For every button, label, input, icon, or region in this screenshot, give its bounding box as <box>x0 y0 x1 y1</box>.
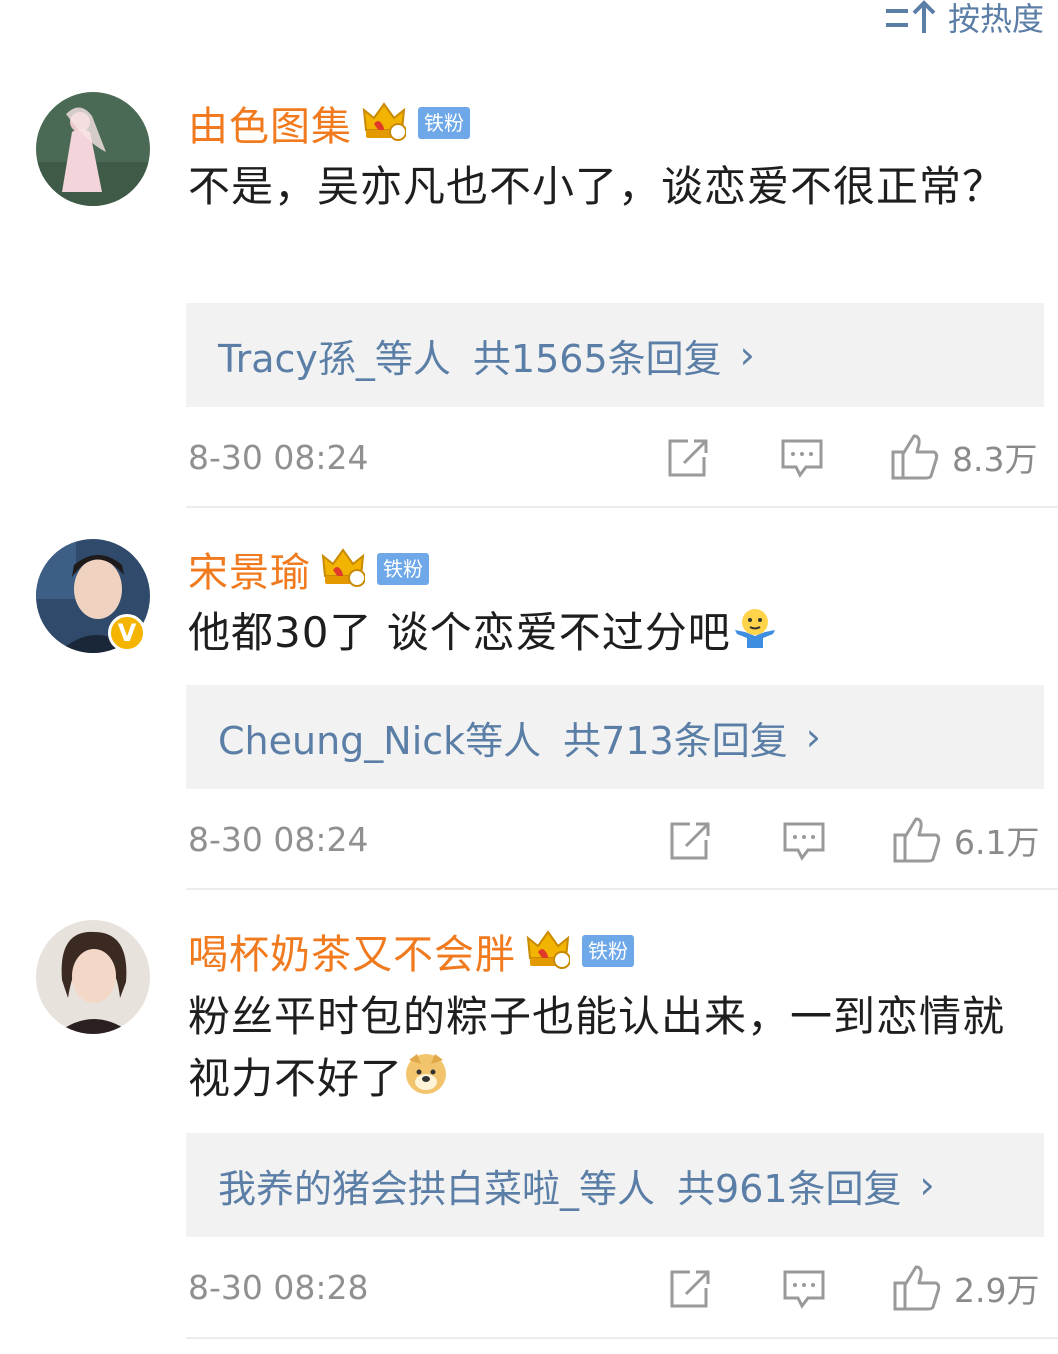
share-icon <box>668 439 708 477</box>
chevron-right-icon: › <box>919 1163 935 1207</box>
crown-icon <box>362 100 407 146</box>
like-button[interactable]: 8.3万 <box>890 432 1037 482</box>
comment-text-wrap: 粉丝平时包的粽子也能认出来，一到恋情就视力不好了 <box>188 986 1028 1113</box>
like-count: 6.1万 <box>954 823 1040 862</box>
crown-icon <box>526 928 571 974</box>
reply-summary[interactable]: 我养的猪会拱白菜啦_等人 共961条回复 › <box>186 1133 1044 1237</box>
username[interactable]: 由色图集 <box>188 94 352 152</box>
fan-badge: 铁粉 <box>582 935 634 967</box>
comment-text-wrap: 他都30了 谈个恋爱不过分吧 <box>188 602 1028 667</box>
comment-time: 8-30 08:28 <box>188 1268 369 1307</box>
verified-badge: V <box>108 614 146 652</box>
share-button[interactable] <box>668 1268 712 1310</box>
username[interactable]: 喝杯奶茶又不会胖 <box>188 922 516 980</box>
doge-emoji-icon <box>403 1050 449 1113</box>
share-button[interactable] <box>668 820 712 862</box>
reply-count: 共1565条回复 <box>472 336 722 381</box>
chevron-right-icon: › <box>805 715 821 759</box>
comment-button[interactable] <box>782 1268 826 1310</box>
sort-icon <box>885 0 936 33</box>
like-count: 8.3万 <box>952 440 1038 479</box>
like-count: 2.9万 <box>954 1271 1040 1310</box>
comment-text: 他都30了 谈个恋爱不过分吧 <box>188 608 731 657</box>
comment-button[interactable] <box>780 437 824 479</box>
like-button[interactable]: 2.9万 <box>892 1263 1039 1313</box>
comment-icon <box>783 822 825 861</box>
comment-text: 粉丝平时包的粽子也能认出来，一到恋情就视力不好了 <box>188 992 1006 1103</box>
sort-label: 按热度 <box>947 0 1044 38</box>
fan-badge: 铁粉 <box>377 553 429 585</box>
username[interactable]: 宋景瑜 <box>188 540 311 598</box>
reply-summary[interactable]: Tracy孫_等人 共1565条回复 › <box>186 303 1044 407</box>
shrug-emoji-icon <box>731 605 779 667</box>
divider <box>186 506 1058 508</box>
share-icon <box>670 822 710 860</box>
fan-badge: 铁粉 <box>418 107 470 139</box>
reply-summary[interactable]: Cheung_Nick等人 共713条回复 › <box>186 685 1044 789</box>
chevron-right-icon: › <box>739 333 755 377</box>
thumbs-up-icon <box>891 434 939 480</box>
comment-text: 不是，吴亦凡也不小了，谈恋爱不很正常？ <box>188 162 1006 211</box>
share-button[interactable] <box>666 437 710 479</box>
avatar[interactable] <box>36 920 150 1034</box>
reply-count: 共713条回复 <box>563 718 788 763</box>
comment-time: 8-30 08:24 <box>188 438 369 477</box>
divider <box>186 1337 1058 1339</box>
crown-icon <box>321 546 366 592</box>
share-icon <box>670 1270 710 1308</box>
reply-users: 我养的猪会拱白菜啦_等人 <box>218 1166 656 1211</box>
avatar[interactable] <box>36 92 150 206</box>
comment-button[interactable] <box>782 820 826 862</box>
sort-by-hot-button[interactable]: 按热度 <box>884 0 1044 40</box>
like-button[interactable]: 6.1万 <box>892 815 1039 865</box>
comment-icon <box>781 439 823 478</box>
comment-icon <box>783 1270 825 1309</box>
divider <box>186 888 1058 890</box>
reply-users: Tracy孫_等人 <box>218 336 451 381</box>
reply-count: 共961条回复 <box>677 1166 902 1211</box>
reply-users: Cheung_Nick等人 <box>218 718 542 763</box>
thumbs-up-icon <box>893 1265 941 1311</box>
thumbs-up-icon <box>893 817 941 863</box>
comment-time: 8-30 08:24 <box>188 820 369 859</box>
